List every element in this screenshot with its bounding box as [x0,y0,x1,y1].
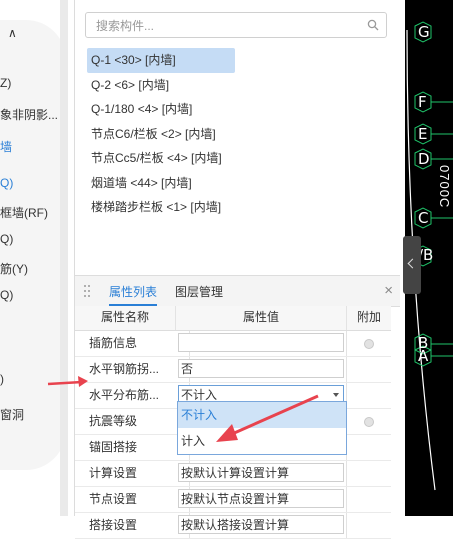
property-name: 节点设置 [75,487,190,512]
property-value[interactable]: 否 [178,359,344,378]
table-header: 属性名称 属性值 附加 [75,306,391,331]
column-header: 附加 [356,310,381,324]
axis-label: A [418,347,429,365]
dropdown-option-counted[interactable]: 计入 [178,428,346,454]
column-header: 属性值 [176,306,347,330]
property-value[interactable]: 按默认节点设置计算 [178,489,344,508]
left-sidebar-item[interactable]: 象非阴影... [0,106,58,123]
property-name: 插筋信息 [75,331,190,356]
property-name: 锚固搭接 [75,435,190,460]
table-row: 搭接设置 按默认搭接设置计算 [75,513,391,539]
left-sidebar-item[interactable]: ∧ [8,26,17,40]
list-item[interactable]: 烟道墙 <44> [内墙] [87,171,235,196]
property-value[interactable] [178,333,344,352]
left-sidebar-item[interactable]: ) [0,372,4,386]
property-name: 搭接设置 [75,513,190,538]
left-sidebar-item[interactable]: Q) [0,176,13,190]
left-scrollbar[interactable] [60,0,68,516]
list-item[interactable]: Q-1/180 <4> [内墙] [87,97,235,122]
attach-radio[interactable] [364,339,374,349]
property-panel-header: 属性列表 图层管理 × [75,275,401,307]
left-sidebar: ∧ Z) 象非阴影... 墙 Q) 框墙(RF) Q) 筋(Y) Q) ) 窗洞 [0,0,68,516]
collapse-panel-button[interactable] [403,236,421,294]
list-item[interactable]: Q-1 <30> [内墙] [87,48,235,73]
table-row: 插筋信息 [75,331,391,357]
search-input[interactable] [94,16,358,36]
drag-handle-icon[interactable] [83,284,91,298]
property-name: 水平分布筋... [75,383,190,408]
chevron-down-icon[interactable] [333,393,339,397]
tab-property-list[interactable]: 属性列表 [109,283,158,306]
left-sidebar-item[interactable]: 框墙(RF) [0,204,48,221]
close-icon[interactable]: × [384,282,393,299]
property-value[interactable]: 按默认搭接设置计算 [178,515,344,534]
dropdown-option-not-counted[interactable]: 不计入 [178,402,346,428]
table-row: 水平钢筋拐... 否 [75,357,391,383]
list-item[interactable]: Q-2 <6> [内墙] [87,73,235,98]
search-box[interactable] [85,12,387,38]
left-sidebar-item[interactable]: 筋(Y) [0,260,28,277]
attach-radio[interactable] [364,417,374,427]
list-item[interactable]: 楼梯踏步栏板 <1> [内墙] [87,195,235,220]
column-header: 属性名称 [75,306,176,330]
list-item[interactable]: 节点Cc5/栏板 <4> [内墙] [87,146,235,171]
left-sidebar-item[interactable]: Z) [0,76,11,90]
axis-label: F [418,93,427,111]
property-name: 水平钢筋拐... [75,357,190,382]
left-sidebar-item[interactable]: Q) [0,232,13,246]
table-row: 节点设置 按默认节点设置计算 [75,487,391,513]
axis-label: E [418,125,428,143]
left-sidebar-item[interactable]: 窗洞 [0,406,24,423]
list-item[interactable]: 节点C6/栏板 <2> [内墙] [87,122,235,147]
component-list: Q-1 <30> [内墙] Q-2 <6> [内墙] Q-1/180 <4> [… [87,48,235,220]
drawing-annotation: 0700C [437,165,452,209]
search-icon[interactable] [367,19,379,31]
table-row: 计算设置 按默认计算设置计算 [75,461,391,487]
dropdown-menu: 不计入 计入 [177,401,347,455]
tab-layer-management[interactable]: 图层管理 [175,283,223,300]
left-sidebar-item[interactable]: Q) [0,288,13,302]
axis-label: G [418,23,430,41]
axis-label: D [418,150,430,168]
property-name: 计算设置 [75,461,190,486]
chevron-left-icon [407,258,418,269]
axis-label: C [418,209,429,227]
left-sidebar-item[interactable]: 墙 [0,138,12,155]
property-name: 抗震等级 [75,409,190,434]
select-value: 不计入 [181,388,218,402]
property-value[interactable]: 按默认计算设置计算 [178,463,344,482]
